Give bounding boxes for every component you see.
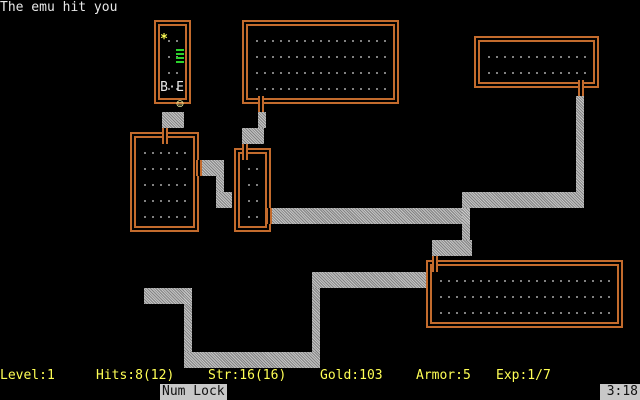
floor-dot: · [168,80,176,95]
floor-tiles [434,268,615,320]
bottom-indicator-bar: Num Lock 3:18 [0,384,640,400]
floor-tiles [482,44,591,80]
corridor-segment [462,208,470,240]
message-line: The emu hit you [0,0,118,15]
corridor-segment [216,176,224,192]
corridor-segment [144,288,192,304]
experience-stat: Exp:1/7 [496,368,551,383]
player-icon: ☺ [176,97,184,111]
door [258,96,264,112]
corridor-segment [576,96,584,192]
num-lock-indicator: Num Lock [160,384,227,400]
door [266,208,272,224]
gold-pile: * [160,32,168,47]
floor-tiles [250,28,391,96]
strength-stat: Str:16(16) [208,368,287,383]
armor-stat: Armor:5 [416,368,471,383]
clock-indicator: 3:18 [600,384,640,400]
door [578,80,584,96]
room-bottom-right [426,260,623,328]
door [426,272,432,288]
status-line: Level:1 Hits:8(12) Str:16(16) Gold:103 A… [0,368,640,384]
corridor-segment [162,112,184,128]
corridor-segment [432,240,472,256]
corridor-segment [184,352,320,368]
bat-monster: B [160,80,168,95]
game-screen: The emu hit you * B · E ☺ Level:1 Hits:8… [0,0,640,400]
door [162,128,168,144]
level-stat: Level:1 [0,368,55,383]
corridor-segment [462,192,584,208]
door [196,160,202,176]
floor-tiles [242,156,263,224]
gold-stat: Gold:103 [320,368,383,383]
room-left-middle [130,132,199,232]
room-top-center [242,20,399,104]
floor-tiles [138,140,191,224]
stairs-icon [176,48,184,64]
emu-monster: E [176,80,184,95]
corridor-segment [242,128,264,144]
corridor-segment [270,208,470,224]
corridor-segment [312,272,430,288]
door [242,144,248,160]
hits-stat: Hits:8(12) [96,368,175,383]
corridor-segment [258,112,266,128]
door [432,256,438,272]
corridor-segment [312,288,320,352]
corridor-segment [216,192,232,208]
